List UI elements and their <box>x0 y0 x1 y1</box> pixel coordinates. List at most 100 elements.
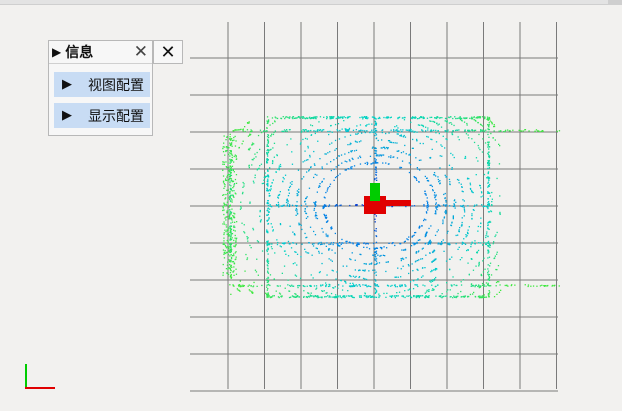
cloud-point <box>479 184 481 187</box>
cloud-point <box>280 296 283 298</box>
cloud-point <box>479 296 481 299</box>
cloud-point <box>266 214 268 216</box>
cloud-point <box>524 129 527 131</box>
cloud-point <box>400 135 402 137</box>
cloud-point <box>496 293 498 295</box>
cloud-point <box>266 284 268 286</box>
cloud-point <box>270 185 272 187</box>
cloud-point <box>266 286 268 288</box>
cloud-point <box>332 117 334 119</box>
cloud-point <box>229 230 231 232</box>
cloud-point <box>381 131 383 134</box>
cloud-point <box>303 290 305 292</box>
close-icon[interactable]: ✕ <box>134 42 148 62</box>
cloud-point <box>359 124 362 126</box>
cloud-point <box>479 295 481 297</box>
cloud-point <box>418 117 420 120</box>
cloud-point <box>275 171 277 173</box>
cloud-point <box>290 138 292 140</box>
cloud-point <box>368 270 370 272</box>
cloud-point <box>375 174 377 176</box>
cloud-point <box>403 134 405 137</box>
window-close-button[interactable]: ✕ <box>153 40 183 64</box>
scrollbar-thumb[interactable] <box>608 0 622 4</box>
cloud-point <box>377 285 379 287</box>
cloud-point <box>323 243 325 245</box>
cloud-point <box>416 131 418 133</box>
cloud-point <box>470 188 472 190</box>
cloud-point <box>252 229 255 231</box>
cloud-point <box>261 182 263 185</box>
cloud-point <box>269 243 271 245</box>
cloud-point <box>401 160 404 162</box>
cloud-point <box>469 293 472 296</box>
cloud-point <box>229 255 231 257</box>
cloud-point <box>374 124 376 126</box>
cloud-point <box>226 210 228 212</box>
cloud-point <box>252 159 254 161</box>
cloud-point <box>251 144 253 146</box>
cloud-point <box>478 147 480 149</box>
cloud-point <box>420 276 423 278</box>
cloud-point <box>488 148 490 150</box>
cloud-point <box>482 296 485 298</box>
cloud-point <box>223 209 225 211</box>
cloud-point <box>232 187 234 189</box>
cloud-point <box>426 200 428 202</box>
cloud-point <box>432 289 435 291</box>
cloud-point <box>325 191 327 194</box>
view-config-button[interactable]: ▶ 视图配置 <box>54 72 150 97</box>
cloud-point <box>451 167 453 169</box>
cloud-point <box>247 122 249 124</box>
cloud-point <box>263 130 265 133</box>
cloud-point <box>269 205 271 207</box>
cloud-point <box>481 204 483 206</box>
cloud-point <box>432 189 434 191</box>
cloud-point <box>468 137 470 139</box>
cloud-point <box>271 133 273 135</box>
cloud-point <box>489 195 491 197</box>
cloud-point <box>229 192 231 195</box>
cloud-point <box>302 285 304 287</box>
cloud-point <box>419 124 421 126</box>
cloud-point <box>272 295 274 297</box>
cloud-point <box>508 130 510 132</box>
cloud-point <box>266 243 268 246</box>
cloud-point <box>467 262 469 264</box>
cloud-point <box>233 190 235 192</box>
cloud-point <box>230 151 232 153</box>
cloud-point <box>303 130 305 132</box>
cloud-point <box>450 122 452 124</box>
cloud-point <box>341 247 343 250</box>
display-config-button[interactable]: ▶ 显示配置 <box>54 103 150 128</box>
cloud-point <box>321 166 323 168</box>
cloud-point <box>344 160 346 162</box>
cloud-point <box>375 289 377 291</box>
cloud-point <box>337 116 339 118</box>
cloud-point <box>226 189 228 191</box>
cloud-point <box>230 185 232 187</box>
cloud-point <box>226 212 228 214</box>
cloud-point <box>467 229 469 231</box>
cloud-point <box>266 175 268 178</box>
cloud-point <box>378 296 380 299</box>
cloud-point <box>293 233 296 235</box>
cloud-point <box>429 116 431 119</box>
cloud-point <box>367 243 369 245</box>
cloud-point <box>287 116 289 119</box>
cloud-point <box>416 118 419 120</box>
cloud-point <box>266 201 269 204</box>
cloud-point <box>361 116 363 118</box>
cloud-point <box>249 201 251 203</box>
panel-header[interactable]: ▶ 信息 ✕ <box>49 41 152 64</box>
cloud-point <box>421 116 423 118</box>
cloud-point <box>340 243 342 245</box>
cloud-point <box>428 290 430 293</box>
cloud-point <box>471 242 473 244</box>
cloud-point <box>335 166 337 168</box>
cloud-point <box>478 284 480 286</box>
cloud-point <box>233 196 235 198</box>
cloud-point <box>341 297 343 299</box>
cloud-point <box>348 274 351 277</box>
cloud-point <box>230 246 232 248</box>
